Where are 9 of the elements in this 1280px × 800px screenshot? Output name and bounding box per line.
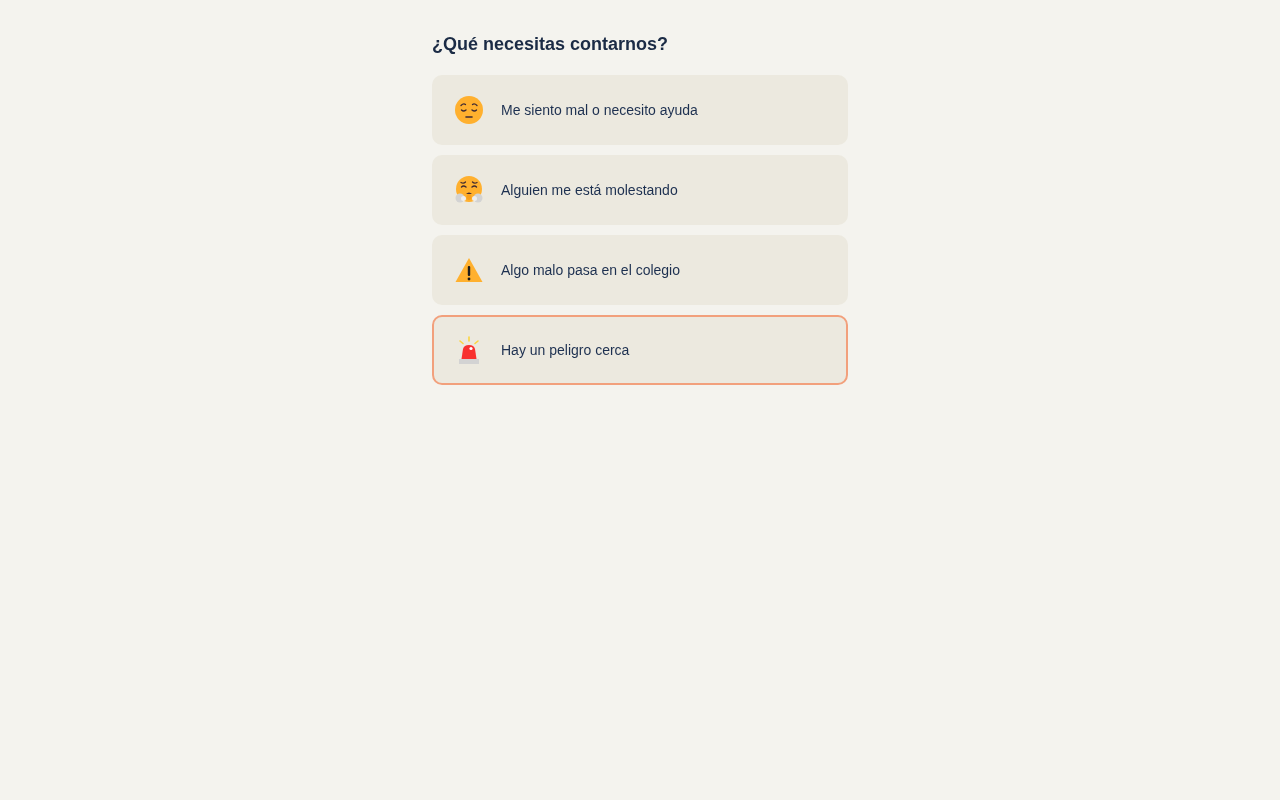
face-with-steam-icon <box>455 176 483 204</box>
pensive-face-icon <box>455 96 483 124</box>
warning-icon <box>455 257 483 283</box>
page-heading: ¿Qué necesitas contarnos? <box>432 33 670 55</box>
option-card[interactable]: Hay un peligro cerca <box>432 315 848 385</box>
option-card[interactable]: Algo malo pasa en el colegio <box>432 235 848 305</box>
siren-light-icon <box>458 336 480 364</box>
option-card[interactable]: Alguien me está molestando <box>432 155 848 225</box>
option-card[interactable]: Me siento mal o necesito ayuda <box>432 75 848 145</box>
